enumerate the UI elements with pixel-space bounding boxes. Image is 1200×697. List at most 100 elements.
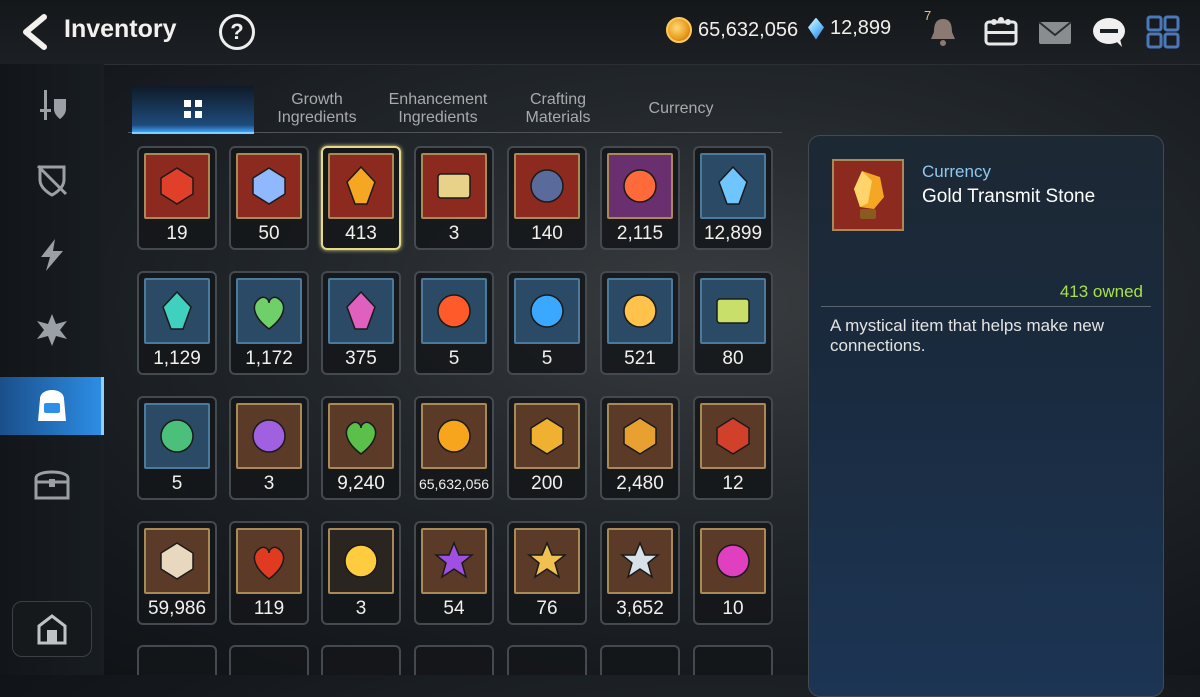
item-thumbnail (700, 403, 766, 469)
inventory-item[interactable]: 3,652 (600, 521, 680, 625)
inventory-item[interactable]: 10 (693, 521, 773, 625)
crystal-amount: 12,899 (830, 17, 892, 39)
item-count: 80 (722, 348, 744, 369)
item-count: 12,899 (703, 223, 763, 244)
gold-coin-icon (666, 17, 692, 43)
item-count: 1,172 (245, 348, 293, 369)
gold-flower-icon (526, 541, 568, 579)
mail-icon[interactable] (1036, 14, 1074, 50)
detail-category: Currency (922, 162, 991, 181)
item-count: 2,480 (616, 473, 664, 494)
gold-emblem-icon (530, 417, 564, 455)
inventory-item[interactable]: 76 (507, 521, 587, 625)
inventory-item[interactable]: 1,129 (137, 271, 217, 375)
house-icon (37, 614, 67, 645)
item-thumbnail (700, 278, 766, 344)
inventory-item[interactable]: 9,240 (321, 396, 401, 500)
inventory-item[interactable] (229, 645, 309, 675)
item-count: 10 (722, 598, 744, 619)
tab-growth-ingredients[interactable]: Growth Ingredients (262, 86, 372, 132)
storage-button[interactable] (12, 601, 92, 657)
inventory-item[interactable] (137, 645, 217, 675)
item-thumbnail (700, 153, 766, 219)
silver-flower-icon (619, 541, 661, 579)
item-thumbnail (421, 278, 487, 344)
tab-currency[interactable]: Currency (628, 86, 734, 132)
item-count: 5 (448, 348, 460, 369)
horse-statue-icon (160, 542, 194, 580)
inventory-item[interactable]: 65,632,056 (414, 396, 494, 500)
inventory-item[interactable]: 2,115 (600, 146, 680, 250)
inventory-item[interactable]: 3 (414, 146, 494, 250)
back-arrow-icon[interactable] (18, 14, 52, 50)
inventory-item[interactable] (693, 645, 773, 675)
inventory-item[interactable]: 119 (229, 521, 309, 625)
sword-shield-icon (40, 90, 66, 120)
item-count: 3 (263, 473, 275, 494)
crystal-resource[interactable]: 12,899 (808, 17, 891, 40)
tab-all[interactable] (132, 86, 254, 134)
menu-grid-icon[interactable] (1144, 14, 1182, 50)
inventory-item[interactable]: 12 (693, 396, 773, 500)
inventory-item[interactable] (600, 645, 680, 675)
inventory-item[interactable]: 5 (414, 271, 494, 375)
item-count: 1,129 (153, 348, 201, 369)
inventory-item[interactable]: 375 (321, 271, 401, 375)
item-count: 5 (171, 473, 183, 494)
red-token-icon (623, 169, 657, 203)
tab-enhancement-ingredients[interactable]: Enhancement Ingredients (378, 86, 498, 132)
inventory-item[interactable] (321, 645, 401, 675)
detail-item-name: Gold Transmit Stone (922, 186, 1096, 207)
inventory-item[interactable]: 413 (321, 146, 401, 250)
rail-skill[interactable] (0, 226, 104, 284)
item-thumbnail (144, 403, 210, 469)
item-count: 2,115 (616, 223, 664, 244)
inventory-item[interactable]: 1,172 (229, 271, 309, 375)
inventory-item[interactable]: 5 (137, 396, 217, 500)
gold-resource[interactable]: 65,632,056 (666, 17, 798, 43)
inventory-item[interactable]: 3 (321, 521, 401, 625)
item-thumbnail (514, 528, 580, 594)
rail-inventory[interactable] (0, 377, 104, 435)
inventory-item[interactable]: 50 (229, 146, 309, 250)
inventory-item[interactable] (414, 645, 494, 675)
bell-icon[interactable] (924, 14, 962, 50)
fist-emblem-icon (623, 417, 657, 455)
inventory-item[interactable]: 5 (507, 271, 587, 375)
chat-icon[interactable] (1090, 14, 1128, 50)
inventory-item[interactable]: 140 (507, 146, 587, 250)
inventory-item[interactable]: 521 (600, 271, 680, 375)
help-button[interactable]: ? (219, 14, 255, 50)
item-count: 19 (166, 223, 188, 244)
inventory-item[interactable]: 54 (414, 521, 494, 625)
item-count: 3 (448, 223, 460, 244)
detail-divider (821, 306, 1151, 307)
inventory-item[interactable]: 59,986 (137, 521, 217, 625)
gold-coin-icon (437, 419, 471, 453)
inventory-item[interactable]: 19 (137, 146, 217, 250)
flame-charm-icon (437, 294, 471, 328)
category-rail (0, 64, 104, 675)
star-charm-icon (623, 294, 657, 328)
rail-upgrade[interactable] (0, 301, 104, 359)
inventory-item[interactable]: 12,899 (693, 146, 773, 250)
rail-artifact[interactable] (0, 151, 104, 209)
rail-chest[interactable] (0, 454, 104, 512)
no-shield-icon (36, 164, 68, 197)
item-thumbnail (328, 153, 394, 219)
rail-equipment[interactable] (0, 76, 104, 134)
item-thumbnail (607, 153, 673, 219)
inventory-item[interactable]: 3 (229, 396, 309, 500)
clover-charm-icon (160, 419, 194, 453)
purple-flower-icon (433, 541, 475, 579)
item-thumbnail (236, 403, 302, 469)
pink-gem-icon (716, 544, 750, 578)
inventory-item[interactable] (507, 645, 587, 675)
item-count: 413 (345, 223, 377, 244)
guild-icon[interactable] (982, 14, 1020, 50)
inventory-item[interactable]: 2,480 (600, 396, 680, 500)
green-heart-icon (345, 421, 377, 455)
inventory-item[interactable]: 80 (693, 271, 773, 375)
tab-crafting-materials[interactable]: Crafting Materials (508, 86, 608, 132)
inventory-item[interactable]: 200 (507, 396, 587, 500)
